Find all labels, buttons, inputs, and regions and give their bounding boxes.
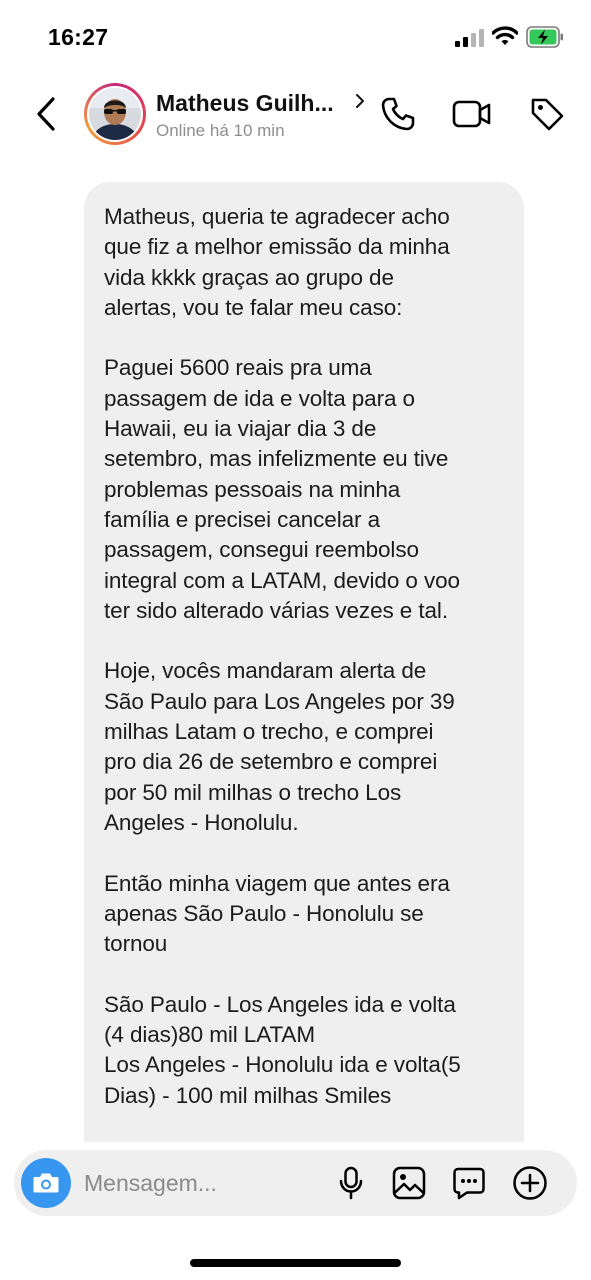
avatar-photo — [89, 88, 141, 140]
message-paragraph: Paguei 5600 reais pra uma passagem de id… — [104, 355, 460, 623]
message-paragraph: Hoje, vocês mandaram alerta de São Paulo… — [104, 658, 455, 835]
gallery-icon — [392, 1166, 426, 1200]
chevron-right-icon[interactable] — [354, 92, 366, 110]
phone-icon — [381, 97, 415, 131]
contact-status: Online há 10 min — [156, 121, 285, 140]
voice-call-button[interactable] — [378, 94, 418, 134]
message-input[interactable] — [84, 1150, 324, 1216]
video-call-button[interactable] — [452, 94, 492, 134]
message-composer — [14, 1150, 577, 1216]
camera-button[interactable] — [21, 1158, 71, 1208]
wifi-icon — [492, 26, 518, 45]
chat-header: Matheus Guilh... Online há 10 min — [0, 72, 591, 162]
microphone-icon — [339, 1166, 363, 1200]
signal-icon — [455, 29, 484, 47]
message-paragraph: São Paulo - Los Angeles ida e volta (4 d… — [104, 991, 461, 1108]
back-button[interactable] — [28, 94, 64, 134]
gallery-button[interactable] — [390, 1164, 428, 1202]
tag-button[interactable] — [527, 94, 567, 134]
more-button[interactable] — [511, 1164, 549, 1202]
status-bar: 16:27 — [0, 0, 591, 72]
plus-circle-icon — [513, 1166, 547, 1200]
tag-icon — [531, 98, 564, 131]
sticker-icon — [453, 1167, 485, 1200]
video-camera-icon — [452, 100, 491, 128]
contact-name[interactable]: Matheus Guilh... — [156, 90, 334, 117]
voice-message-button[interactable] — [332, 1164, 370, 1202]
message-bubble[interactable]: Matheus, queria te agradecer acho que fi… — [84, 182, 524, 1142]
sticker-button[interactable] — [450, 1164, 488, 1202]
chat-area[interactable]: Matheus, queria te agradecer acho que fi… — [0, 162, 591, 1142]
camera-icon — [33, 1173, 59, 1193]
status-time: 16:27 — [48, 24, 109, 50]
message-paragraph: Matheus, queria te agradecer acho que fi… — [104, 204, 450, 320]
home-indicator — [190, 1259, 401, 1267]
battery-charging-icon — [526, 26, 563, 48]
message-paragraph: Então minha viagem que antes era apenas … — [104, 870, 450, 957]
avatar[interactable] — [84, 83, 146, 145]
back-chevron-icon — [37, 97, 55, 131]
